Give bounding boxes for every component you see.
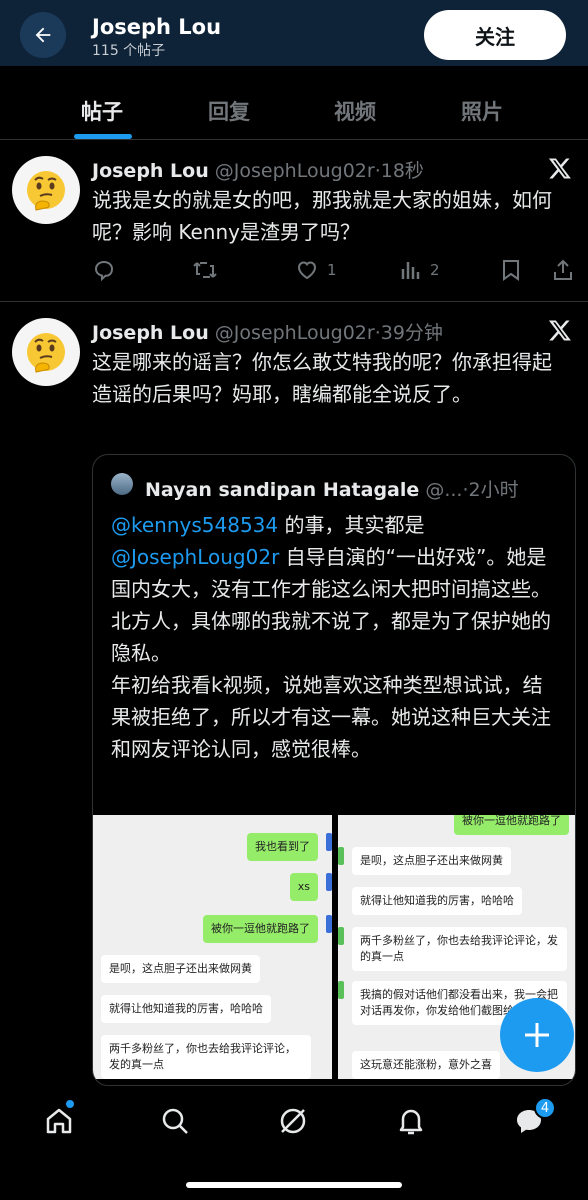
quoted-text-part: 的事，其实都是 <box>278 513 425 537</box>
author-handle[interactable]: @JosephLoug02r <box>215 322 375 344</box>
avatar-sliver <box>326 833 332 851</box>
avatar-sliver <box>338 981 344 999</box>
author-handle[interactable]: @JosephLoug02r <box>215 160 375 182</box>
reply-button[interactable] <box>92 258 116 282</box>
chat-bubble: 我也看到了 <box>247 833 318 861</box>
reply-icon <box>94 260 114 282</box>
quoted-text-part: 年初给我看k视频，说她喜欢这种类型想试试，结果被拒绝了，所以才有这一幕。她说这种… <box>111 673 551 761</box>
tweet-header: Joseph Lou @JosephLoug02r·39分钟 <box>92 318 443 345</box>
nav-search[interactable] <box>158 1104 192 1138</box>
chat-bubble: 就得让他知道我的厉害，哈哈哈 <box>101 995 271 1023</box>
mention-link[interactable]: @JosephLoug02r <box>111 545 279 569</box>
bookmark-button[interactable] <box>500 258 522 282</box>
back-button[interactable] <box>20 12 66 58</box>
chat-bubble: xs <box>289 873 318 901</box>
share-icon <box>554 259 572 280</box>
views-icon <box>401 262 420 279</box>
thinking-face-icon <box>27 333 65 373</box>
search-icon <box>162 1108 188 1134</box>
chat-bubble: 是呗，这点胆子还出来做网黄 <box>352 847 511 875</box>
timestamp: ·18秒 <box>374 160 424 182</box>
share-button[interactable] <box>552 258 574 282</box>
active-tab-indicator <box>74 134 132 139</box>
chat-screenshot-image[interactable]: 我也看到了 xs 被你一逗他就跑路了 是呗，这点胆子还出来做网黄 就得让他知道我… <box>93 815 332 1079</box>
chat-bubble: 两千多粉丝了，你也去给我评论评论，发的真一点 <box>352 927 567 971</box>
avatar[interactable] <box>12 318 80 386</box>
profile-name: Joseph Lou <box>92 15 222 39</box>
mention-link[interactable]: @kennys548534 <box>111 513 278 537</box>
tab-videos[interactable]: 视频 <box>334 96 376 126</box>
like-count: 1 <box>327 261 337 279</box>
avatar-sliver <box>338 927 344 945</box>
follow-button[interactable]: 关注 <box>424 10 566 60</box>
chat-bubble: 两千多粉丝了，你也去给我评论评论，发的真一点 <box>101 1035 311 1079</box>
quoted-tweet[interactable]: Nayan sandipan Hatagale @...·2小时 @kennys… <box>92 454 576 1086</box>
bottom-navigation: 4 <box>0 1086 588 1200</box>
nav-grok[interactable] <box>276 1104 310 1138</box>
avatar-sliver <box>326 915 332 933</box>
quoted-author-handle: @... <box>425 479 463 501</box>
views-button[interactable]: 2 <box>400 258 440 282</box>
like-button[interactable]: 1 <box>295 258 337 282</box>
quoted-timestamp: ·2小时 <box>462 479 519 501</box>
quoted-text: @kennys548534 的事，其实都是 @JosephLoug02r 自导自… <box>111 509 561 765</box>
quoted-header: Nayan sandipan Hatagale @...·2小时 <box>145 475 519 502</box>
x-logo-icon <box>548 320 571 341</box>
tweet-text: 这是哪来的谣言？你怎么敢艾特我的呢？你承担得起造谣的后果吗？妈耶，瞎编都能全说反… <box>92 350 552 406</box>
tab-photos[interactable]: 照片 <box>461 96 503 126</box>
home-icon <box>46 1108 72 1134</box>
quoted-author-name: Nayan sandipan Hatagale <box>145 479 420 501</box>
repost-icon <box>193 262 217 278</box>
avatar-sliver <box>338 847 344 865</box>
x-logo-icon <box>548 158 571 179</box>
chat-bubble: 就得让他知道我的厉害，哈哈哈 <box>352 887 522 915</box>
avatar-sliver <box>326 873 332 891</box>
quoted-avatar[interactable] <box>111 473 133 495</box>
repost-button[interactable] <box>192 258 218 282</box>
home-indicator[interactable] <box>186 1182 402 1188</box>
view-count: 2 <box>430 261 440 279</box>
timestamp: ·39分钟 <box>374 322 443 344</box>
notification-dot <box>66 1100 74 1108</box>
avatar[interactable] <box>12 156 80 224</box>
tab-posts[interactable]: 帖子 <box>81 96 123 126</box>
chat-bubble: 是呗，这点胆子还出来做网黄 <box>101 955 260 983</box>
profile-tabs: 帖子 回复 视频 照片 <box>0 66 588 140</box>
chat-bubble: 被你一逗他就跑路了 <box>203 915 318 943</box>
chat-bubble: 这玩意还能涨粉，意外之喜 <box>352 1051 500 1079</box>
tab-replies[interactable]: 回复 <box>208 96 250 126</box>
tweet-header: Joseph Lou @JosephLoug02r·18秒 <box>92 156 424 183</box>
bookmark-icon <box>503 260 519 281</box>
heart-icon <box>297 261 317 280</box>
author-name[interactable]: Joseph Lou <box>92 160 209 182</box>
messages-badge: 4 <box>534 1097 556 1119</box>
author-name[interactable]: Joseph Lou <box>92 322 209 344</box>
arrow-left-icon <box>35 27 51 43</box>
quoted-text-part: 北方人，具体哪的我就不说了，都是为了保护她的隐私。 <box>111 609 551 665</box>
thinking-face-icon <box>27 171 65 211</box>
nav-home[interactable] <box>42 1104 76 1138</box>
grok-icon <box>280 1108 306 1134</box>
tweet[interactable]: Joseph Lou @JosephLoug02r·39分钟 这是哪来的谣言？你… <box>0 302 588 1086</box>
tweet-actions: 1 2 <box>92 258 582 286</box>
nav-notifications[interactable] <box>394 1104 428 1138</box>
tweet-text: 说我是女的就是女的吧，那我就是大家的姐妹，如何呢？影响 Kenny是渣男了吗？ <box>92 188 552 244</box>
chat-bubble: 被你一逗他就跑路了 <box>454 815 569 835</box>
bell-icon <box>399 1109 423 1135</box>
profile-header: Joseph Lou 115 个帖子 关注 <box>0 0 588 66</box>
plus-icon <box>525 1023 549 1047</box>
tweet[interactable]: Joseph Lou @JosephLoug02r·18秒 说我是女的就是女的吧… <box>0 140 588 302</box>
post-count: 115 个帖子 <box>92 43 166 59</box>
compose-button[interactable] <box>500 998 574 1072</box>
